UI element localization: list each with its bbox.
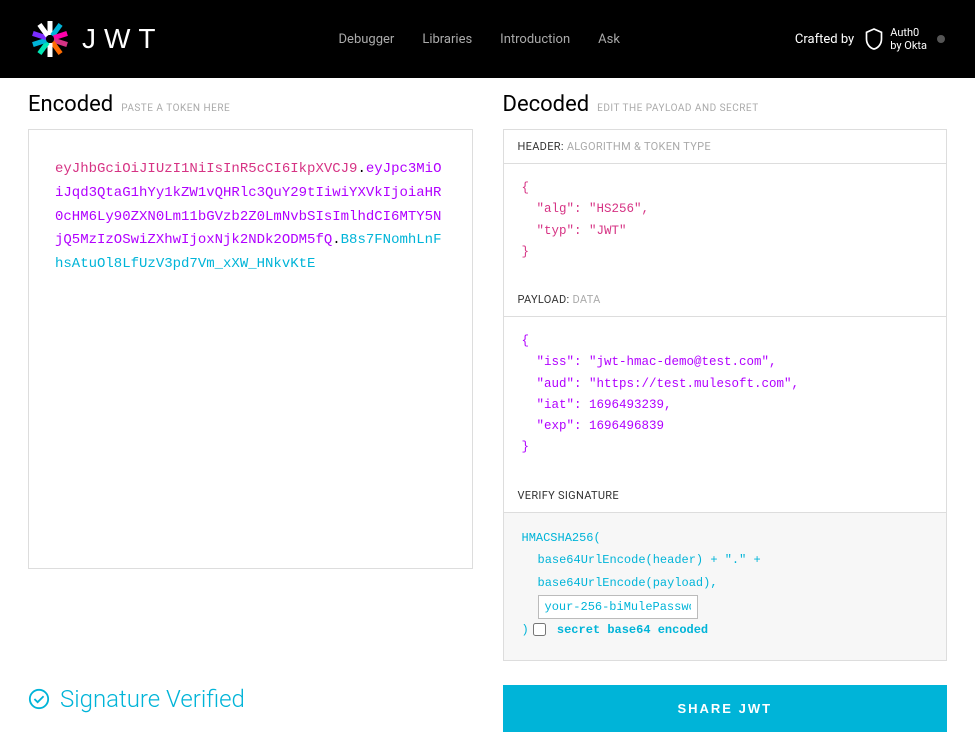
encoded-hint: PASTE A TOKEN HERE	[121, 103, 230, 114]
crafted-by-label: Crafted by	[795, 32, 854, 47]
verify-signature-box: HMACSHA256( base64UrlEncode(header) + ".…	[504, 513, 947, 660]
auth0-text2: by Okta	[890, 39, 927, 52]
decoded-payload-bar: PAYLOAD: DATA	[504, 283, 947, 317]
auth0-text1: Auth0	[890, 26, 927, 39]
token-header-segment: eyJhbGciOiJIUzI1NiIsInR5cCI6IkpXVCJ9	[55, 161, 357, 177]
verify-bar: VERIFY SIGNATURE	[504, 479, 947, 513]
share-jwt-button[interactable]: SHARE JWT	[503, 685, 948, 732]
shield-icon	[864, 27, 884, 51]
verify-line2: base64UrlEncode(payload),	[522, 572, 929, 595]
decoded-hint: EDIT THE PAYLOAD AND SECRET	[597, 103, 759, 114]
header-json-editor[interactable]: { "alg": "HS256", "typ": "JWT" }	[504, 164, 947, 283]
header-sublabel: ALGORITHM & TOKEN TYPE	[567, 140, 711, 153]
header-label: HEADER:	[518, 140, 564, 153]
nav-ask[interactable]: Ask	[598, 32, 620, 47]
top-nav: Debugger Libraries Introduction Ask	[339, 32, 620, 47]
payload-json-editor[interactable]: { "iss": "jwt-hmac-demo@test.com", "aud"…	[504, 317, 947, 479]
encoded-title: Encoded	[28, 92, 113, 117]
star-logo-icon	[30, 19, 70, 59]
decoded-title: Decoded	[503, 92, 590, 117]
auth0-link[interactable]: Auth0 by Okta	[864, 26, 927, 52]
payload-sublabel: DATA	[573, 293, 601, 306]
verify-line1: base64UrlEncode(header) + "." +	[522, 549, 929, 572]
nav-debugger[interactable]: Debugger	[339, 32, 395, 47]
header-right: Crafted by Auth0 by Okta	[795, 26, 945, 52]
logo-text: JWT	[82, 23, 164, 55]
nav-libraries[interactable]: Libraries	[422, 32, 472, 47]
decoded-header-bar: HEADER: ALGORITHM & TOKEN TYPE	[504, 130, 947, 164]
verify-label: VERIFY SIGNATURE	[518, 489, 619, 502]
check-circle-icon	[28, 688, 50, 710]
secret-base64-checkbox[interactable]	[533, 623, 546, 636]
verify-close: )	[522, 619, 529, 642]
nav-introduction[interactable]: Introduction	[500, 32, 570, 47]
payload-label: PAYLOAD:	[518, 293, 570, 306]
logo-group[interactable]: JWT	[30, 19, 164, 59]
top-header: JWT Debugger Libraries Introduction Ask …	[0, 0, 975, 78]
secret-input[interactable]	[538, 595, 698, 619]
secret-base64-label[interactable]: secret base64 encoded	[533, 619, 708, 642]
decoded-column: Decoded EDIT THE PAYLOAD AND SECRET HEAD…	[503, 92, 948, 661]
encoded-token-box[interactable]: eyJhbGciOiJIUzI1NiIsInR5cCI6IkpXVCJ9.eyJ…	[28, 129, 473, 569]
extension-indicator-icon[interactable]	[937, 35, 945, 43]
signature-verified-status: Signature Verified	[28, 685, 245, 713]
verify-algo: HMACSHA256(	[522, 527, 929, 550]
encoded-column: Encoded PASTE A TOKEN HERE eyJhbGciOiJIU…	[28, 92, 473, 661]
